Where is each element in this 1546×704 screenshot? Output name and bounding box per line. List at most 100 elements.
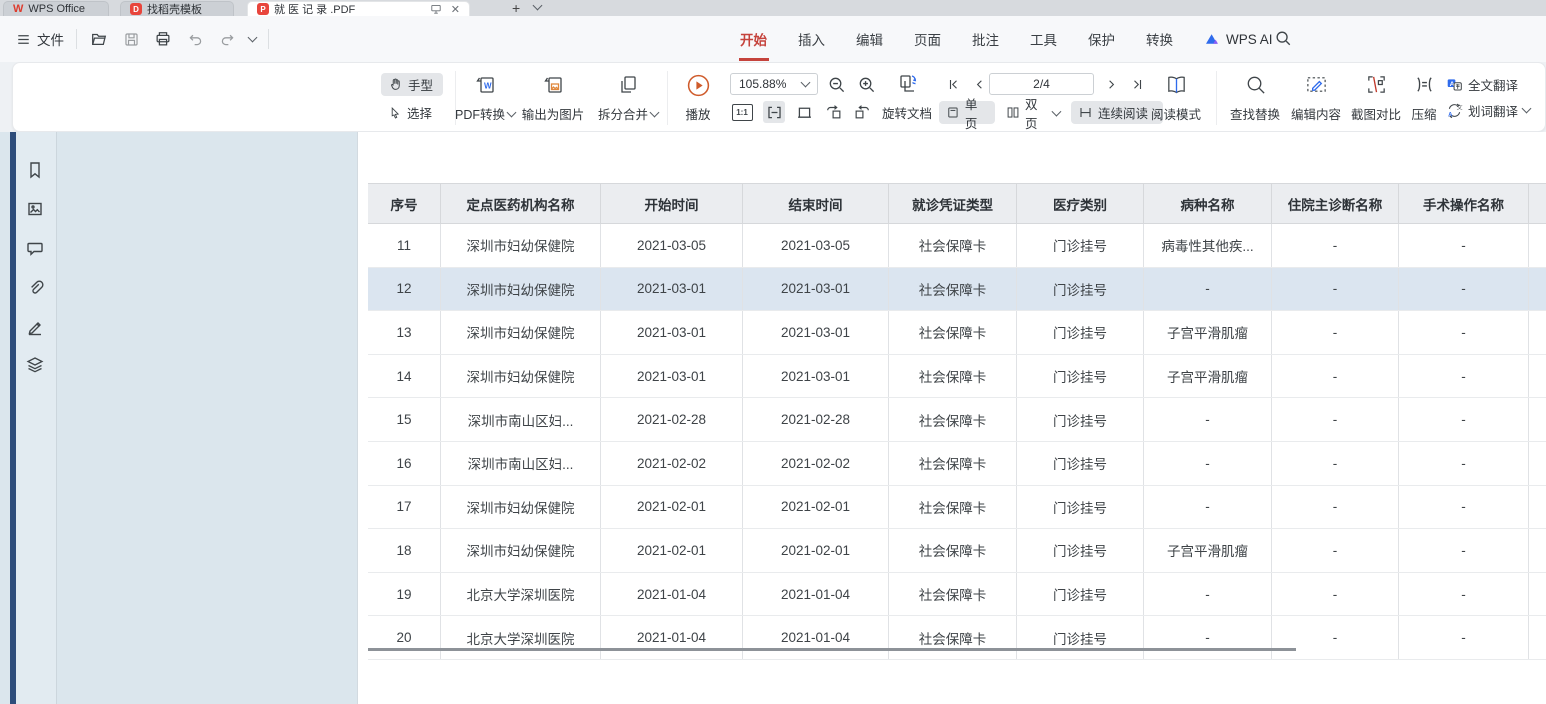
save-icon[interactable] [121, 29, 141, 49]
close-tab-icon[interactable]: ✕ [451, 3, 460, 16]
cell-disease-name: 病毒性其他疾... [1144, 224, 1272, 267]
table-body: 11 深圳市妇幼保健院 2021-03-05 2021-03-05 社会保障卡 … [368, 224, 1546, 660]
cell-start-date: 2021-03-01 [601, 355, 743, 398]
cell-institution: 深圳市妇幼保健院 [441, 529, 601, 572]
menu-item[interactable]: 插入 [798, 16, 825, 62]
cell-disease-name: - [1144, 268, 1272, 311]
tab-wps-office[interactable]: W WPS Office [3, 1, 109, 16]
monitor-icon[interactable] [430, 3, 442, 15]
fit-page-button[interactable] [793, 101, 815, 123]
cell-credential-type: 社会保障卡 [889, 311, 1017, 354]
next-page-icon[interactable] [1100, 73, 1122, 95]
open-file-icon[interactable] [89, 29, 109, 49]
redo-icon[interactable] [217, 29, 237, 49]
cell-seq: 18 [368, 529, 441, 572]
search-icon[interactable] [1274, 29, 1292, 47]
bookmark-icon[interactable] [25, 160, 45, 180]
double-page-button[interactable]: 双页 [999, 101, 1067, 124]
menu-item[interactable]: 批注 [972, 16, 999, 62]
single-page-button[interactable]: 单页 [939, 101, 995, 124]
wps-pdf-window: W WPS Office D 找稻壳模板 P 就 医 记 录 .PDF ✕ + … [0, 0, 1546, 704]
svg-text:A: A [1448, 112, 1453, 118]
cell-start-date: 2021-02-28 [601, 398, 743, 441]
previous-page-icon[interactable] [968, 73, 990, 95]
split-merge-button[interactable]: 拆分合并 [591, 71, 665, 127]
undo-icon[interactable] [185, 29, 205, 49]
menu-item[interactable]: 转换 [1146, 16, 1173, 62]
attachment-icon[interactable] [25, 278, 45, 298]
full-translation-button[interactable]: A 全文翻译 [1446, 71, 1542, 97]
cell-institution: 深圳市妇幼保健院 [441, 268, 601, 311]
menu-item[interactable]: 页面 [914, 16, 941, 62]
pdf-page: 序号定点医药机构名称开始时间结束时间就诊凭证类型医疗类别病种名称住院主诊断名称手… [357, 132, 1546, 704]
page-indicator-input[interactable]: 2/4 [989, 73, 1094, 95]
menu-item[interactable]: 保护 [1088, 16, 1115, 62]
double-page-icon [1006, 105, 1020, 120]
cell-diagnosis-name: - [1272, 442, 1399, 485]
table-row: 13 深圳市妇幼保健院 2021-03-01 2021-03-01 社会保障卡 … [368, 311, 1546, 355]
select-tool-button[interactable]: 选择 [381, 101, 443, 124]
actual-size-button[interactable]: 1:1 [731, 101, 753, 123]
menu-item[interactable]: 编辑 [856, 16, 883, 62]
reading-mode-button[interactable]: 阅读模式 [1143, 71, 1209, 127]
menu-item[interactable]: 工具 [1030, 16, 1057, 62]
cell-disease-name: - [1144, 616, 1272, 659]
cell-diagnosis-name: - [1272, 268, 1399, 311]
tab-label: 就 医 记 录 .PDF [274, 1, 355, 17]
quick-access-chevron-icon[interactable] [248, 33, 258, 43]
compress-button[interactable]: 压缩 [1398, 71, 1450, 127]
tab-docer-templates[interactable]: D 找稻壳模板 [120, 1, 234, 16]
tab-pdf-document[interactable]: P 就 医 记 录 .PDF ✕ [247, 1, 470, 16]
edit-content-icon [1305, 73, 1328, 96]
cell-seq: 13 [368, 311, 441, 354]
rotate-document-button[interactable]: 旋转文档 [875, 101, 939, 124]
cell-diagnosis-name: - [1272, 573, 1399, 616]
cell-medical-category: 门诊挂号 [1017, 311, 1144, 354]
tab-label: WPS Office [28, 3, 85, 15]
hand-tool-button[interactable]: 手型 [381, 73, 443, 96]
medical-records-table: 序号定点医药机构名称开始时间结束时间就诊凭证类型医疗类别病种名称住院主诊断名称手… [368, 183, 1546, 660]
comment-icon[interactable] [25, 238, 45, 258]
cell-end-date: 2021-03-01 [743, 311, 889, 354]
word-translation-button[interactable]: A文 划词翻译 [1446, 97, 1542, 123]
table-header-cell: 就诊凭证类型 [889, 184, 1017, 223]
pdf-convert-icon: W [473, 73, 497, 97]
thumbnail-icon[interactable] [25, 199, 45, 219]
cell-diagnosis-name: - [1272, 486, 1399, 529]
table-row: 12 深圳市妇幼保健院 2021-03-01 2021-03-01 社会保障卡 … [368, 268, 1546, 312]
play-button[interactable]: 播放 [665, 71, 731, 127]
hand-icon [388, 77, 403, 92]
wps-ai-button[interactable]: WPS AI [1204, 16, 1273, 62]
table-bottom-rule [368, 648, 1296, 651]
zoom-out-icon[interactable] [825, 73, 847, 95]
table-row: 16 深圳市南山区妇... 2021-02-02 2021-02-02 社会保障… [368, 442, 1546, 486]
fit-width-button[interactable] [763, 101, 785, 123]
rotate-left-icon[interactable] [823, 101, 845, 123]
layers-icon[interactable] [25, 355, 45, 375]
zoom-in-icon[interactable] [855, 73, 877, 95]
cell-diagnosis-name: - [1272, 616, 1399, 659]
rotate-document-icon[interactable] [895, 71, 921, 97]
table-row: 11 深圳市妇幼保健院 2021-03-05 2021-03-05 社会保障卡 … [368, 224, 1546, 268]
pdf-convert-button[interactable]: W PDF转换 [448, 71, 522, 127]
cell-institution: 深圳市南山区妇... [441, 442, 601, 485]
cell-extra [1529, 529, 1546, 572]
cell-credential-type: 社会保障卡 [889, 573, 1017, 616]
new-tab-button[interactable]: + [512, 0, 520, 16]
tab-list-chevron-icon[interactable] [533, 1, 543, 11]
cell-medical-category: 门诊挂号 [1017, 616, 1144, 659]
menu-item[interactable]: 开始 [740, 16, 767, 62]
rotate-right-icon[interactable] [851, 101, 873, 123]
cell-end-date: 2021-03-01 [743, 355, 889, 398]
table-row: 17 深圳市妇幼保健院 2021-02-01 2021-02-01 社会保障卡 … [368, 486, 1546, 530]
signature-icon[interactable] [25, 317, 45, 337]
first-page-icon[interactable] [942, 73, 964, 95]
cell-operation-name: - [1399, 311, 1529, 354]
table-header-cell: 住院主诊断名称 [1272, 184, 1399, 223]
print-icon[interactable] [153, 29, 173, 49]
zoom-level-select[interactable]: 105.88% [730, 73, 818, 95]
hamburger-icon [16, 32, 31, 47]
file-menu-button[interactable]: 文件 [16, 29, 64, 49]
export-image-button[interactable]: 输出为图片 [516, 71, 590, 127]
cell-end-date: 2021-03-05 [743, 224, 889, 267]
